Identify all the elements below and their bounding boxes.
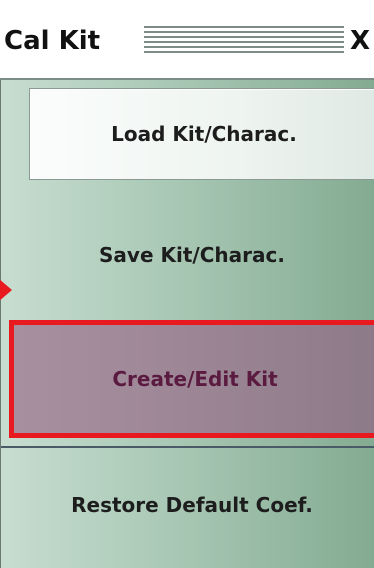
load-kit-label: Load Kit/Charac. [111,122,297,146]
drag-grip[interactable] [144,26,344,54]
close-icon[interactable]: X [350,24,370,58]
create-edit-kit-button[interactable]: Create/Edit Kit [9,320,374,438]
restore-default-coef-label: Restore Default Coef. [71,493,313,517]
save-kit-button[interactable]: Save Kit/Charac. [5,200,374,310]
panel-body: Load Kit/Charac. Save Kit/Charac. Create… [0,80,374,568]
restore-default-coef-button[interactable]: Restore Default Coef. [5,450,374,560]
create-edit-kit-label: Create/Edit Kit [112,367,278,391]
panel-title: Cal Kit [4,26,101,56]
title-bar[interactable]: Cal Kit X [0,0,374,80]
save-kit-label: Save Kit/Charac. [99,243,285,267]
highlight-arrow-icon [0,278,12,302]
separator [1,446,374,448]
load-kit-button[interactable]: Load Kit/Charac. [29,88,374,180]
cal-kit-panel: Cal Kit X Load Kit/Charac. Save Kit/Char… [0,0,374,568]
